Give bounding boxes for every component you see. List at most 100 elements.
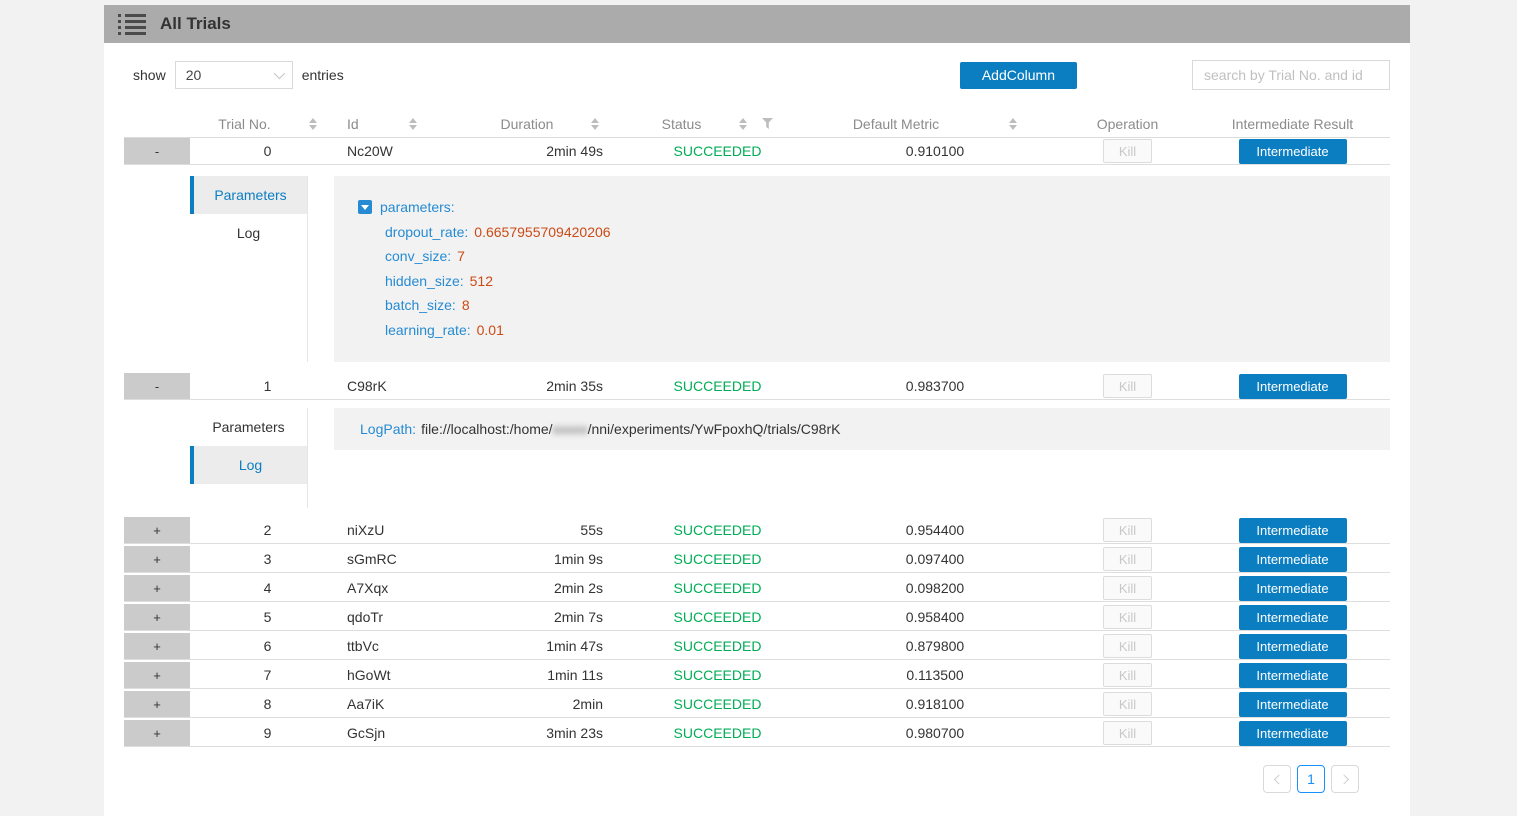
kill-button[interactable]: Kill	[1103, 634, 1152, 658]
tab-log[interactable]: Log	[190, 446, 307, 484]
trial-id: Nc20W	[345, 138, 475, 164]
filter-icon[interactable]	[762, 118, 773, 129]
default-metric: 0.098200	[810, 575, 1060, 601]
trial-no: 3	[190, 546, 345, 572]
page-size-value: 20	[186, 67, 202, 83]
param-value: 0.6657955709420206	[474, 224, 610, 240]
expand-row-toggle[interactable]: +	[124, 691, 190, 717]
status-badge: SUCCEEDED	[625, 720, 810, 746]
trial-id: qdoTr	[345, 604, 475, 630]
intermediate-button[interactable]: Intermediate	[1239, 692, 1347, 717]
intermediate-button[interactable]: Intermediate	[1239, 374, 1347, 399]
table-row: + 3 sGmRC 1min 9s SUCCEEDED 0.097400 Kil…	[124, 546, 1390, 573]
table-row: + 4 A7Xqx 2min 2s SUCCEEDED 0.098200 Kil…	[124, 575, 1390, 602]
next-page-button[interactable]	[1331, 765, 1359, 793]
param-key: dropout_rate:	[385, 224, 468, 240]
intermediate-button[interactable]: Intermediate	[1239, 139, 1347, 164]
kill-button[interactable]: Kill	[1103, 663, 1152, 687]
trial-duration: 2min 35s	[475, 373, 625, 399]
collapse-row-toggle[interactable]: -	[124, 373, 190, 399]
redacted-username: xxxxx	[553, 421, 588, 437]
expand-row-toggle[interactable]: +	[124, 546, 190, 572]
intermediate-button[interactable]: Intermediate	[1239, 605, 1347, 630]
trial-no: 7	[190, 662, 345, 688]
param-value: 0.01	[477, 322, 504, 338]
col-header-duration[interactable]: Duration	[475, 116, 625, 132]
page-1-button[interactable]: 1	[1297, 765, 1325, 793]
sort-icon[interactable]	[739, 118, 747, 130]
status-badge: SUCCEEDED	[625, 633, 810, 659]
expand-row-toggle[interactable]: +	[124, 517, 190, 543]
page-size-select[interactable]: 20	[175, 61, 293, 89]
default-metric: 0.879800	[810, 633, 1060, 659]
param-key: hidden_size:	[385, 273, 464, 289]
param-value: 7	[457, 248, 465, 264]
page-title: All Trials	[160, 14, 231, 34]
param-value: 8	[462, 297, 470, 313]
col-header-status[interactable]: Status	[625, 116, 810, 132]
intermediate-button[interactable]: Intermediate	[1239, 547, 1347, 572]
kill-button[interactable]: Kill	[1103, 605, 1152, 629]
prev-page-button[interactable]	[1263, 765, 1291, 793]
trial-id: sGmRC	[345, 546, 475, 572]
tab-log[interactable]: Log	[190, 214, 307, 252]
default-metric: 0.918100	[810, 691, 1060, 717]
col-header-trial-no[interactable]: Trial No.	[190, 116, 345, 132]
add-column-button[interactable]: AddColumn	[960, 62, 1077, 89]
kill-button[interactable]: Kill	[1103, 139, 1152, 163]
trial-duration: 1min 9s	[475, 546, 625, 572]
sort-icon[interactable]	[309, 118, 317, 130]
chevron-left-icon	[1273, 774, 1283, 784]
trial-id: Aa7iK	[345, 691, 475, 717]
trial-id: ttbVc	[345, 633, 475, 659]
table-row: - 1 C98rK 2min 35s SUCCEEDED 0.983700 Ki…	[124, 373, 1390, 400]
param-key: learning_rate:	[385, 322, 471, 338]
json-collapse-icon[interactable]	[358, 200, 372, 214]
intermediate-button[interactable]: Intermediate	[1239, 663, 1347, 688]
param-key: batch_size:	[385, 297, 456, 313]
status-badge: SUCCEEDED	[625, 604, 810, 630]
expand-row-toggle[interactable]: +	[124, 662, 190, 688]
kill-button[interactable]: Kill	[1103, 547, 1152, 571]
kill-button[interactable]: Kill	[1103, 518, 1152, 542]
trial-no: 9	[190, 720, 345, 746]
status-badge: SUCCEEDED	[625, 517, 810, 543]
trial-id: hGoWt	[345, 662, 475, 688]
expand-row-toggle[interactable]: +	[124, 720, 190, 746]
collapse-row-toggle[interactable]: -	[124, 138, 190, 164]
trial-duration: 2min	[475, 691, 625, 717]
entries-label: entries	[302, 67, 344, 83]
trial-id: niXzU	[345, 517, 475, 543]
kill-button[interactable]: Kill	[1103, 692, 1152, 716]
panel-title-bar: All Trials	[104, 5, 1410, 43]
expand-row-toggle[interactable]: +	[124, 604, 190, 630]
col-header-id[interactable]: Id	[345, 116, 475, 132]
tab-parameters[interactable]: Parameters	[190, 176, 307, 214]
expand-row-toggle[interactable]: +	[124, 575, 190, 601]
kill-button[interactable]: Kill	[1103, 721, 1152, 745]
kill-button[interactable]: Kill	[1103, 576, 1152, 600]
table-row: + 2 niXzU 55s SUCCEEDED 0.954400 Kill In…	[124, 517, 1390, 544]
chevron-down-icon	[273, 68, 284, 79]
status-badge: SUCCEEDED	[625, 138, 810, 164]
intermediate-button[interactable]: Intermediate	[1239, 518, 1347, 543]
sort-icon[interactable]	[409, 118, 417, 130]
trial-no: 5	[190, 604, 345, 630]
trial-no: 8	[190, 691, 345, 717]
trial-no: 4	[190, 575, 345, 601]
tab-parameters[interactable]: Parameters	[190, 408, 307, 446]
intermediate-button[interactable]: Intermediate	[1239, 721, 1347, 746]
search-input[interactable]	[1192, 60, 1390, 90]
kill-button[interactable]: Kill	[1103, 374, 1152, 398]
sort-icon[interactable]	[591, 118, 599, 130]
sort-icon[interactable]	[1009, 118, 1017, 130]
intermediate-button[interactable]: Intermediate	[1239, 576, 1347, 601]
col-header-default-metric[interactable]: Default Metric	[810, 116, 1060, 132]
default-metric: 0.113500	[810, 662, 1060, 688]
status-badge: SUCCEEDED	[625, 373, 810, 399]
expand-row-toggle[interactable]: +	[124, 633, 190, 659]
trial-no: 0	[190, 138, 345, 164]
chevron-right-icon	[1339, 774, 1349, 784]
intermediate-button[interactable]: Intermediate	[1239, 634, 1347, 659]
default-metric: 0.980700	[810, 720, 1060, 746]
